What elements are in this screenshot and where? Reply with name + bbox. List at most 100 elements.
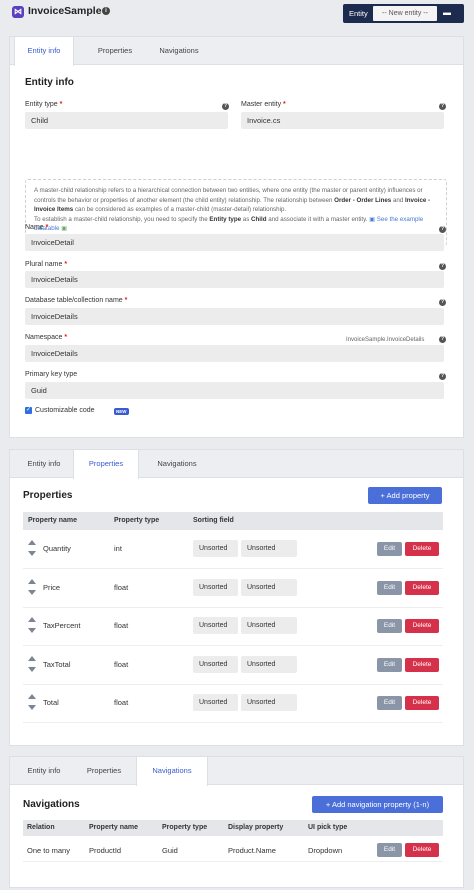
move-up-icon[interactable] — [28, 617, 36, 622]
property-name-cell: TaxTotal — [43, 659, 71, 669]
app-title: InvoiceSample — [28, 5, 102, 17]
master-entity-select[interactable]: Invoice.cs — [241, 112, 444, 129]
move-down-icon[interactable] — [28, 551, 36, 556]
table-row: One to many ProductId Guid Product.Name … — [23, 837, 443, 862]
sorting-direction-select[interactable]: Unsorted — [241, 655, 297, 673]
section-title: Properties — [23, 490, 73, 501]
table-row: Quantity int Unsorted Unsorted Edit Delete — [23, 531, 443, 569]
table-row: TaxTotal float Unsorted Unsorted Edit Delete — [23, 647, 443, 685]
delete-button[interactable]: Delete — [405, 696, 439, 710]
app-logo-icon: ⋈ — [12, 6, 24, 18]
column-header: Property name — [28, 517, 78, 524]
entity-dropdown[interactable]: -- New entity -- — [373, 6, 437, 21]
tab-entity-info[interactable]: Entity info — [14, 37, 74, 66]
primary-key-label: Primary key type — [25, 371, 78, 378]
property-type-cell: float — [114, 698, 129, 707]
edit-button[interactable]: Edit — [377, 619, 402, 633]
primary-key-select[interactable]: Guid — [25, 382, 444, 399]
column-header: Property type — [162, 824, 208, 831]
namespace-input[interactable]: InvoiceDetails — [25, 345, 444, 362]
entity-type-label: Entity type * — [25, 101, 63, 108]
edit-button[interactable]: Edit — [377, 542, 402, 556]
sorting-direction-select[interactable]: Unsorted — [241, 694, 297, 711]
help-icon[interactable]: ? — [439, 299, 446, 306]
property-type-cell: Guid — [162, 846, 178, 855]
sorting-field-select[interactable]: Unsorted — [193, 578, 238, 596]
tab-navigations[interactable]: Navigations — [136, 757, 208, 786]
column-header: Sorting field — [193, 517, 234, 524]
delete-button[interactable]: Delete — [405, 657, 439, 672]
help-icon[interactable]: ? — [439, 103, 446, 110]
sorting-direction-select[interactable]: Unsorted — [241, 617, 297, 634]
property-name-cell: Quantity — [43, 544, 71, 553]
edit-button[interactable]: Edit — [377, 843, 402, 857]
edit-button[interactable]: Edit — [377, 580, 402, 595]
sorting-direction-select[interactable]: Unsorted — [241, 578, 297, 596]
help-icon[interactable]: ? — [439, 373, 446, 380]
table-row: Total float Unsorted Unsorted Edit Delete — [23, 685, 443, 723]
add-property-button[interactable]: + Add property — [368, 487, 442, 504]
delete-button[interactable]: Delete — [405, 619, 439, 633]
move-up-icon[interactable] — [28, 540, 36, 545]
add-navigation-button[interactable]: + Add navigation property (1-n) — [312, 796, 443, 813]
customizable-code-label: Customizable code — [35, 407, 95, 414]
property-type-cell: float — [114, 621, 129, 630]
db-table-input[interactable]: InvoiceDetails — [25, 308, 444, 325]
properties-card: Entity info Properties Navigations Prope… — [9, 449, 464, 746]
tab-properties[interactable]: Properties — [71, 757, 137, 785]
edit-button[interactable]: Edit — [377, 657, 402, 672]
navigations-table-header: Relation Property name Property type Dis… — [23, 820, 443, 836]
help-icon[interactable]: ? — [439, 263, 446, 270]
entity-type-select[interactable]: Child — [25, 112, 228, 129]
sorting-direction-select[interactable]: Unsorted — [241, 540, 297, 557]
edit-button[interactable]: Edit — [377, 696, 402, 710]
sorting-field-select[interactable]: Unsorted — [193, 617, 238, 634]
name-label: Name * — [25, 224, 49, 231]
move-down-icon[interactable] — [28, 589, 36, 595]
help-icon[interactable]: ? — [439, 226, 446, 233]
properties-table-header: Property name Property type Sorting fiel… — [23, 512, 443, 530]
navigations-card: Entity info Properties Navigations Navig… — [9, 756, 464, 888]
sorting-field-select[interactable]: Unsorted — [193, 540, 238, 557]
tab-navigations[interactable]: Navigations — [142, 37, 216, 65]
move-up-icon[interactable] — [28, 655, 36, 661]
section-title: Navigations — [23, 799, 80, 810]
plural-name-input[interactable]: InvoiceDetails — [25, 271, 444, 288]
delete-button[interactable]: Delete — [405, 580, 439, 595]
move-up-icon[interactable] — [28, 694, 36, 699]
info-icon[interactable]: i — [102, 7, 110, 15]
tab-bar: Entity info Properties Navigations — [10, 450, 463, 479]
tab-entity-info[interactable]: Entity info — [14, 757, 74, 785]
tab-properties[interactable]: Properties — [78, 37, 152, 65]
namespace-label: Namespace * — [25, 334, 68, 341]
table-row: Price float Unsorted Unsorted Edit Delete — [23, 570, 443, 608]
tab-properties[interactable]: Properties — [73, 450, 139, 479]
move-up-icon[interactable] — [28, 578, 36, 584]
customizable-code-checkbox[interactable]: ✓ — [25, 407, 32, 414]
help-icon[interactable]: ? — [222, 103, 229, 110]
help-icon[interactable]: ? — [439, 336, 446, 343]
entity-info-card: Entity info Properties Navigations Entit… — [9, 36, 464, 438]
column-header: Property type — [114, 517, 160, 524]
property-name-cell: Total — [43, 698, 59, 707]
tab-entity-info[interactable]: Entity info — [14, 450, 74, 478]
entity-selector: Entity -- New entity -- ▬ — [343, 4, 464, 23]
folder-icon[interactable]: ▬ — [443, 8, 454, 17]
name-input[interactable]: InvoiceDetail — [25, 234, 444, 251]
display-property-cell: Product.Name — [228, 846, 276, 855]
tab-navigations[interactable]: Navigations — [140, 450, 214, 478]
move-down-icon[interactable] — [28, 705, 36, 710]
new-badge: NEW — [114, 408, 129, 415]
move-down-icon[interactable] — [28, 666, 36, 672]
move-down-icon[interactable] — [28, 628, 36, 633]
delete-button[interactable]: Delete — [405, 542, 439, 556]
table-row: TaxPercent float Unsorted Unsorted Edit Delet… — [23, 608, 443, 646]
property-type-cell: float — [114, 659, 129, 669]
sorting-field-select[interactable]: Unsorted — [193, 694, 238, 711]
sorting-field-select[interactable]: Unsorted — [193, 655, 238, 673]
property-name-cell: ProductId — [89, 846, 122, 855]
plural-name-label: Plural name * — [25, 261, 68, 268]
db-table-label: Database table/collection name * — [25, 297, 128, 304]
table-image-icon: ▣ — [59, 225, 68, 233]
delete-button[interactable]: Delete — [405, 843, 439, 857]
